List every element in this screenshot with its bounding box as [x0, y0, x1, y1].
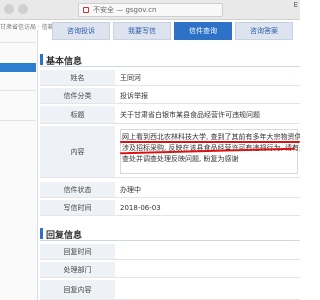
row-value: 2018-06-03 [120, 203, 161, 212]
row-label: 内容 [40, 126, 115, 177]
content-line: 查处并调查处理反映问题, 盼复为感谢 [122, 155, 239, 163]
row-value [120, 262, 300, 277]
red-underline [120, 141, 300, 143]
row-value [120, 244, 300, 259]
row-label: 处理部门 [40, 262, 115, 277]
row-category: 信件分类 投诉举报 [40, 88, 300, 104]
insecure-lock-icon [83, 7, 89, 13]
row-name: 姓名 王同河 [40, 70, 300, 86]
sidebar-active-item[interactable] [0, 63, 36, 72]
row-label: 标题 [40, 106, 115, 123]
row-value: 投诉举报 [120, 91, 148, 100]
sidebar-divider [0, 120, 36, 121]
row-label: 信件分类 [40, 88, 115, 103]
tab-bar: 咨询投诉 我要写信 信件查询 咨询答案 [52, 22, 296, 40]
sidebar-divider [0, 42, 36, 43]
section-title: 基本信息 [46, 57, 83, 67]
section-title: 回复信息 [46, 231, 83, 241]
address-text: 不安全 — gsgov.cn [93, 6, 157, 14]
reply-info-header: 回复信息 [40, 226, 300, 241]
section-marker [40, 54, 43, 65]
row-label: 回复内容 [40, 280, 115, 299]
tab-letter-query[interactable]: 信件查询 [174, 22, 232, 40]
forward-icon[interactable] [18, 4, 28, 14]
row-label: 回复时间 [40, 244, 115, 259]
row-value: 王同河 [120, 73, 141, 82]
tab-consult[interactable]: 咨询投诉 [52, 22, 110, 40]
row-date: 写信时间 2018-06-03 [40, 200, 300, 216]
tab-answers[interactable]: 咨询答案 [235, 22, 293, 40]
address-bar[interactable]: 不安全 — gsgov.cn [78, 3, 223, 17]
row-reply-content: 回复内容 [40, 280, 300, 300]
browser-toolbar: 不安全 — gsgov.cn E [0, 0, 300, 20]
back-icon[interactable] [4, 4, 14, 14]
row-reply-dept: 处理部门 [40, 262, 300, 278]
row-value: 办理中 [120, 185, 141, 194]
section-marker [40, 228, 43, 239]
row-status: 信件状态 办理中 [40, 182, 300, 198]
row-label: 信件状态 [40, 182, 115, 197]
tab-write-letter[interactable]: 我要写信 [113, 22, 171, 40]
sidebar [0, 30, 38, 300]
row-content: 内容 网上看到西北农林科技大学, 查到了其前有多年大宗物资供应商 涉及招标采购,… [40, 126, 300, 178]
row-value [120, 280, 300, 299]
basic-info-header: 基本信息 [40, 52, 300, 67]
row-subject: 标题 关于甘肃省白银市某县食品经营许可违规问题 [40, 106, 300, 124]
row-value: 关于甘肃省白银市某县食品经营许可违规问题 [120, 110, 260, 119]
row-label: 写信时间 [40, 200, 115, 215]
row-label: 姓名 [40, 70, 115, 85]
window-corner-label: E [293, 1, 298, 9]
sidebar-divider [0, 90, 36, 91]
row-reply-time: 回复时间 [40, 244, 300, 260]
